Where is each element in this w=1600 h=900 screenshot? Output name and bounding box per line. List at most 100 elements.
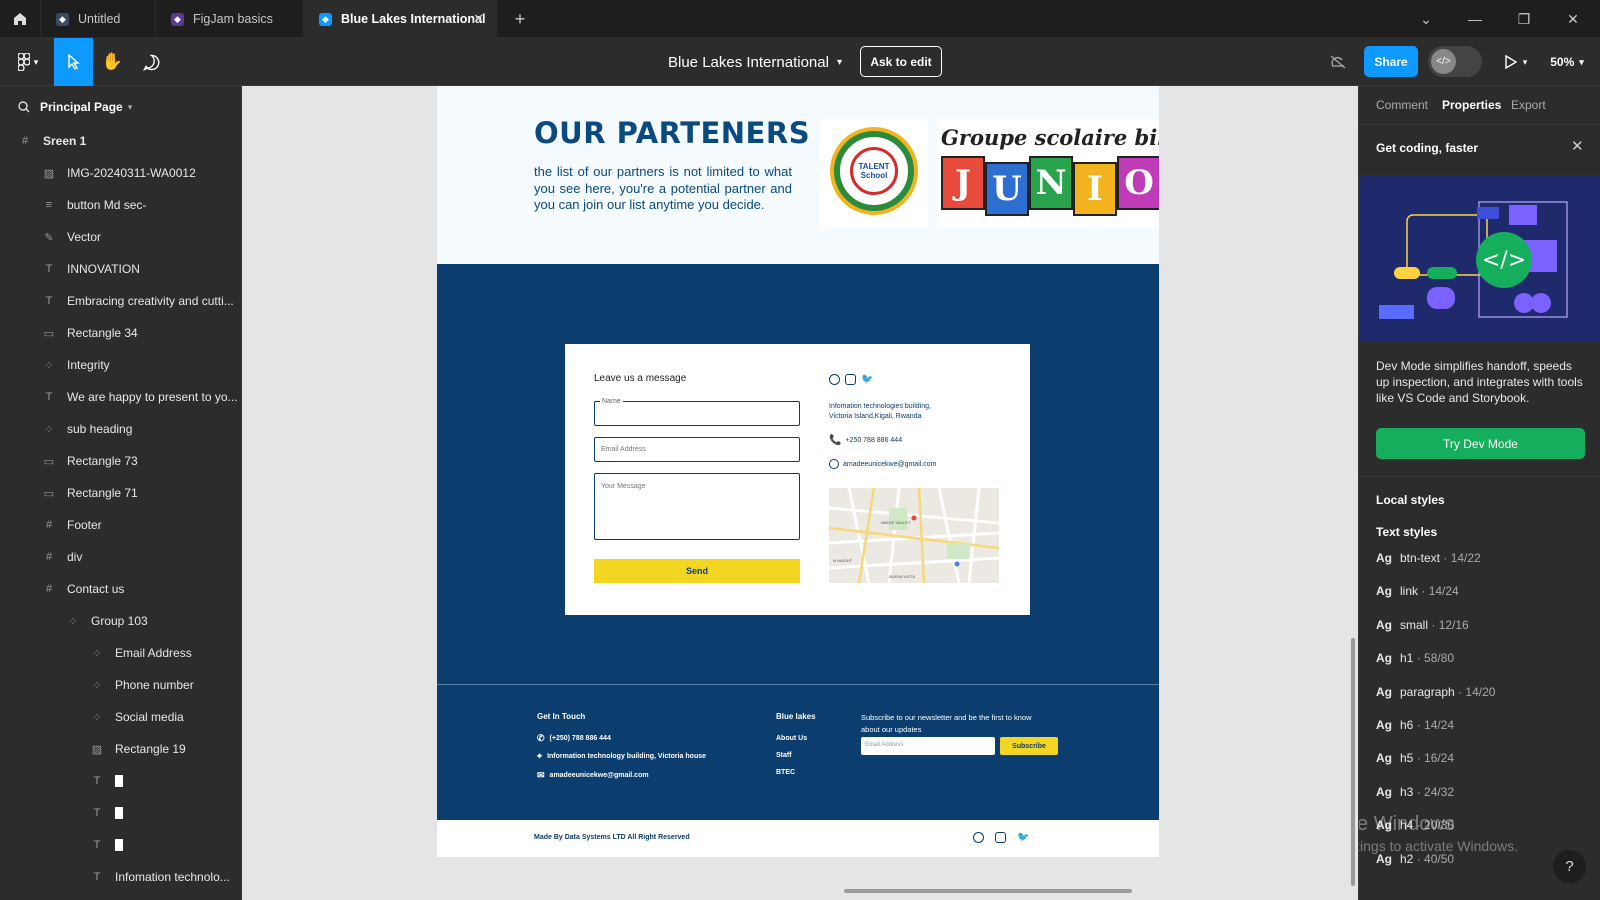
help-button[interactable]: ? xyxy=(1553,850,1586,883)
facebook-icon[interactable] xyxy=(829,374,840,385)
minimize-button[interactable]: — xyxy=(1451,0,1499,38)
layer-item[interactable]: ▭ Rectangle 73 xyxy=(0,445,241,477)
layer-item[interactable]: ⁘ Group 103 xyxy=(0,605,241,637)
canvas[interactable]: OUR PARTENERS the list of our partners i… xyxy=(242,86,1358,900)
page-selector[interactable]: Principal Page ▾ xyxy=(18,97,132,117)
layer-item[interactable]: ⁘ Social media xyxy=(0,701,241,733)
vertical-scrollbar[interactable] xyxy=(1351,638,1355,886)
text-style-name: small xyxy=(1400,617,1429,632)
text-style-item[interactable]: Ag h6 · 14/24 xyxy=(1376,718,1454,732)
move-tool-button[interactable] xyxy=(54,38,93,86)
text-style-item[interactable]: Ag small · 12/16 xyxy=(1376,618,1469,632)
layer-item[interactable]: T INNOVATION xyxy=(0,253,241,285)
text-style-icon: Ag xyxy=(1376,651,1392,666)
layer-item[interactable]: # Footer xyxy=(0,509,241,541)
layer-item[interactable]: ▭ Rectangle 71 xyxy=(0,477,241,509)
layer-item[interactable]: ≡ button Md sec- xyxy=(0,189,241,221)
restore-button[interactable]: ❐ xyxy=(1500,0,1548,38)
layer-item[interactable]: ✎ Vector xyxy=(0,221,241,253)
map-label: N HAIGHT xyxy=(833,558,853,563)
newsletter-text: Subscribe to our newsletter and be the f… xyxy=(861,713,1032,734)
name-field-label: Name xyxy=(600,398,623,405)
layer-item[interactable]: ⁘ Email Address xyxy=(0,637,241,669)
dev-mode-toggle[interactable]: </> xyxy=(1428,46,1482,77)
partners-text: the list of our partners is not limited … xyxy=(534,164,792,212)
layer-item[interactable]: ⁘ sub heading xyxy=(0,413,241,445)
text-style-item[interactable]: Ag btn-text · 14/22 xyxy=(1376,551,1481,565)
instagram-icon[interactable] xyxy=(845,374,856,385)
footer-link-staff[interactable]: Staff xyxy=(776,752,792,759)
tab-blue-lakes[interactable]: ◆ Blue Lakes International ✕ xyxy=(304,0,497,38)
instagram-icon[interactable] xyxy=(995,832,1006,843)
layer-item[interactable]: ⁘ Phone number xyxy=(0,669,241,701)
subscribe-button[interactable]: Subscribe xyxy=(1000,737,1058,755)
layer-item[interactable]: T We are happy to present to yo... xyxy=(0,381,241,413)
present-button[interactable]: ▾ xyxy=(1500,38,1532,86)
try-dev-mode-label: Try Dev Mode xyxy=(1443,436,1518,451)
layer-item[interactable]: T Infomation technolo... xyxy=(0,861,241,893)
file-title-button[interactable]: Blue Lakes International ▾ xyxy=(655,38,855,86)
close-promo-button[interactable]: ✕ xyxy=(1571,137,1584,155)
hand-tool-button[interactable]: ✋ xyxy=(93,38,132,86)
layer-label: IMG-20240311-WA0012 xyxy=(67,166,196,180)
text-style-item[interactable]: Ag h5 · 16/24 xyxy=(1376,751,1454,765)
minimize-icon: — xyxy=(1468,11,1482,27)
new-tab-button[interactable]: + xyxy=(497,0,543,38)
tab-untitled[interactable]: ◆ Untitled xyxy=(41,0,156,38)
layer-item[interactable]: ▨ Rectangle 19 xyxy=(0,733,241,765)
local-styles-heading: Local styles xyxy=(1376,493,1445,507)
text-style-icon: Ag xyxy=(1376,617,1392,632)
try-dev-mode-button[interactable]: Try Dev Mode xyxy=(1376,428,1585,459)
layer-item[interactable]: # Sreen 1 xyxy=(0,125,241,157)
tab-comment[interactable]: Comment xyxy=(1376,98,1428,112)
share-button[interactable]: Share xyxy=(1364,46,1418,77)
share-label: Share xyxy=(1374,54,1408,69)
zoom-level: 50% xyxy=(1550,55,1575,69)
design-frame: OUR PARTENERS the list of our partners i… xyxy=(437,86,1159,865)
tab-dropdown-button[interactable]: ⌄ xyxy=(1402,0,1450,38)
layer-label: Sreen 1 xyxy=(43,134,87,148)
tab-properties[interactable]: Properties xyxy=(1442,98,1501,112)
text-style-name: btn-text xyxy=(1400,551,1441,565)
facebook-icon[interactable] xyxy=(973,832,984,843)
close-tab-icon[interactable]: ✕ xyxy=(473,11,484,27)
twitter-icon[interactable]: 🐦 xyxy=(1017,832,1029,843)
layer-item[interactable]: # Contact us xyxy=(0,573,241,605)
ask-to-edit-button[interactable]: Ask to edit xyxy=(860,46,942,77)
newsletter-email-input[interactable]: Email Address xyxy=(861,737,995,755)
layer-item[interactable]: ⁘ Integrity xyxy=(0,349,241,381)
text-style-item[interactable]: Ag h3 · 24/32 xyxy=(1376,785,1454,799)
text-style-item[interactable]: Ag link · 14/24 xyxy=(1376,584,1459,598)
layer-item[interactable]: T Embracing creativity and cutti... xyxy=(0,285,241,317)
divider xyxy=(1359,124,1600,125)
layer-item[interactable]: ▭ Rectangle 34 xyxy=(0,317,241,349)
horizontal-scrollbar[interactable] xyxy=(844,889,1132,893)
comment-tool-button[interactable] xyxy=(132,38,171,86)
home-button[interactable] xyxy=(0,0,41,38)
main-menu-button[interactable]: ▾ xyxy=(10,38,46,86)
zoom-button[interactable]: 50% ▾ xyxy=(1543,38,1591,86)
design-file-icon: ◆ xyxy=(319,12,332,26)
text-style-spec: 14/24 xyxy=(1424,718,1455,732)
close-window-button[interactable]: ✕ xyxy=(1549,0,1597,38)
text-style-item[interactable]: Ag h1 · 58/80 xyxy=(1376,651,1454,665)
twitter-icon[interactable]: 🐦 xyxy=(861,374,873,385)
layer-item[interactable]: ▨ IMG-20240311-WA0012 xyxy=(0,157,241,189)
name-field[interactable]: Name xyxy=(594,398,800,426)
partners-section: OUR PARTENERS the list of our partners i… xyxy=(437,86,1159,264)
layer-item[interactable]: T xyxy=(0,765,241,797)
footer-link-about[interactable]: About Us xyxy=(776,735,807,742)
message-field[interactable]: Your Message xyxy=(594,473,800,540)
tab-figjam-basics[interactable]: ◆ FigJam basics xyxy=(156,0,304,38)
chevron-down-icon: ▾ xyxy=(836,56,842,68)
text-style-item[interactable]: Ag paragraph · 14/20 xyxy=(1376,685,1495,699)
layer-item[interactable]: T xyxy=(0,797,241,829)
layer-item[interactable]: # div xyxy=(0,541,241,573)
footer-link-btec[interactable]: BTEC xyxy=(776,769,795,776)
tab-export[interactable]: Export xyxy=(1511,98,1546,112)
frame-icon: # xyxy=(45,583,53,595)
send-button[interactable]: Send xyxy=(594,559,800,583)
email-field[interactable]: Email Address xyxy=(594,437,800,462)
layer-item[interactable]: T xyxy=(0,829,241,861)
text-style-name: h6 xyxy=(1400,718,1414,732)
